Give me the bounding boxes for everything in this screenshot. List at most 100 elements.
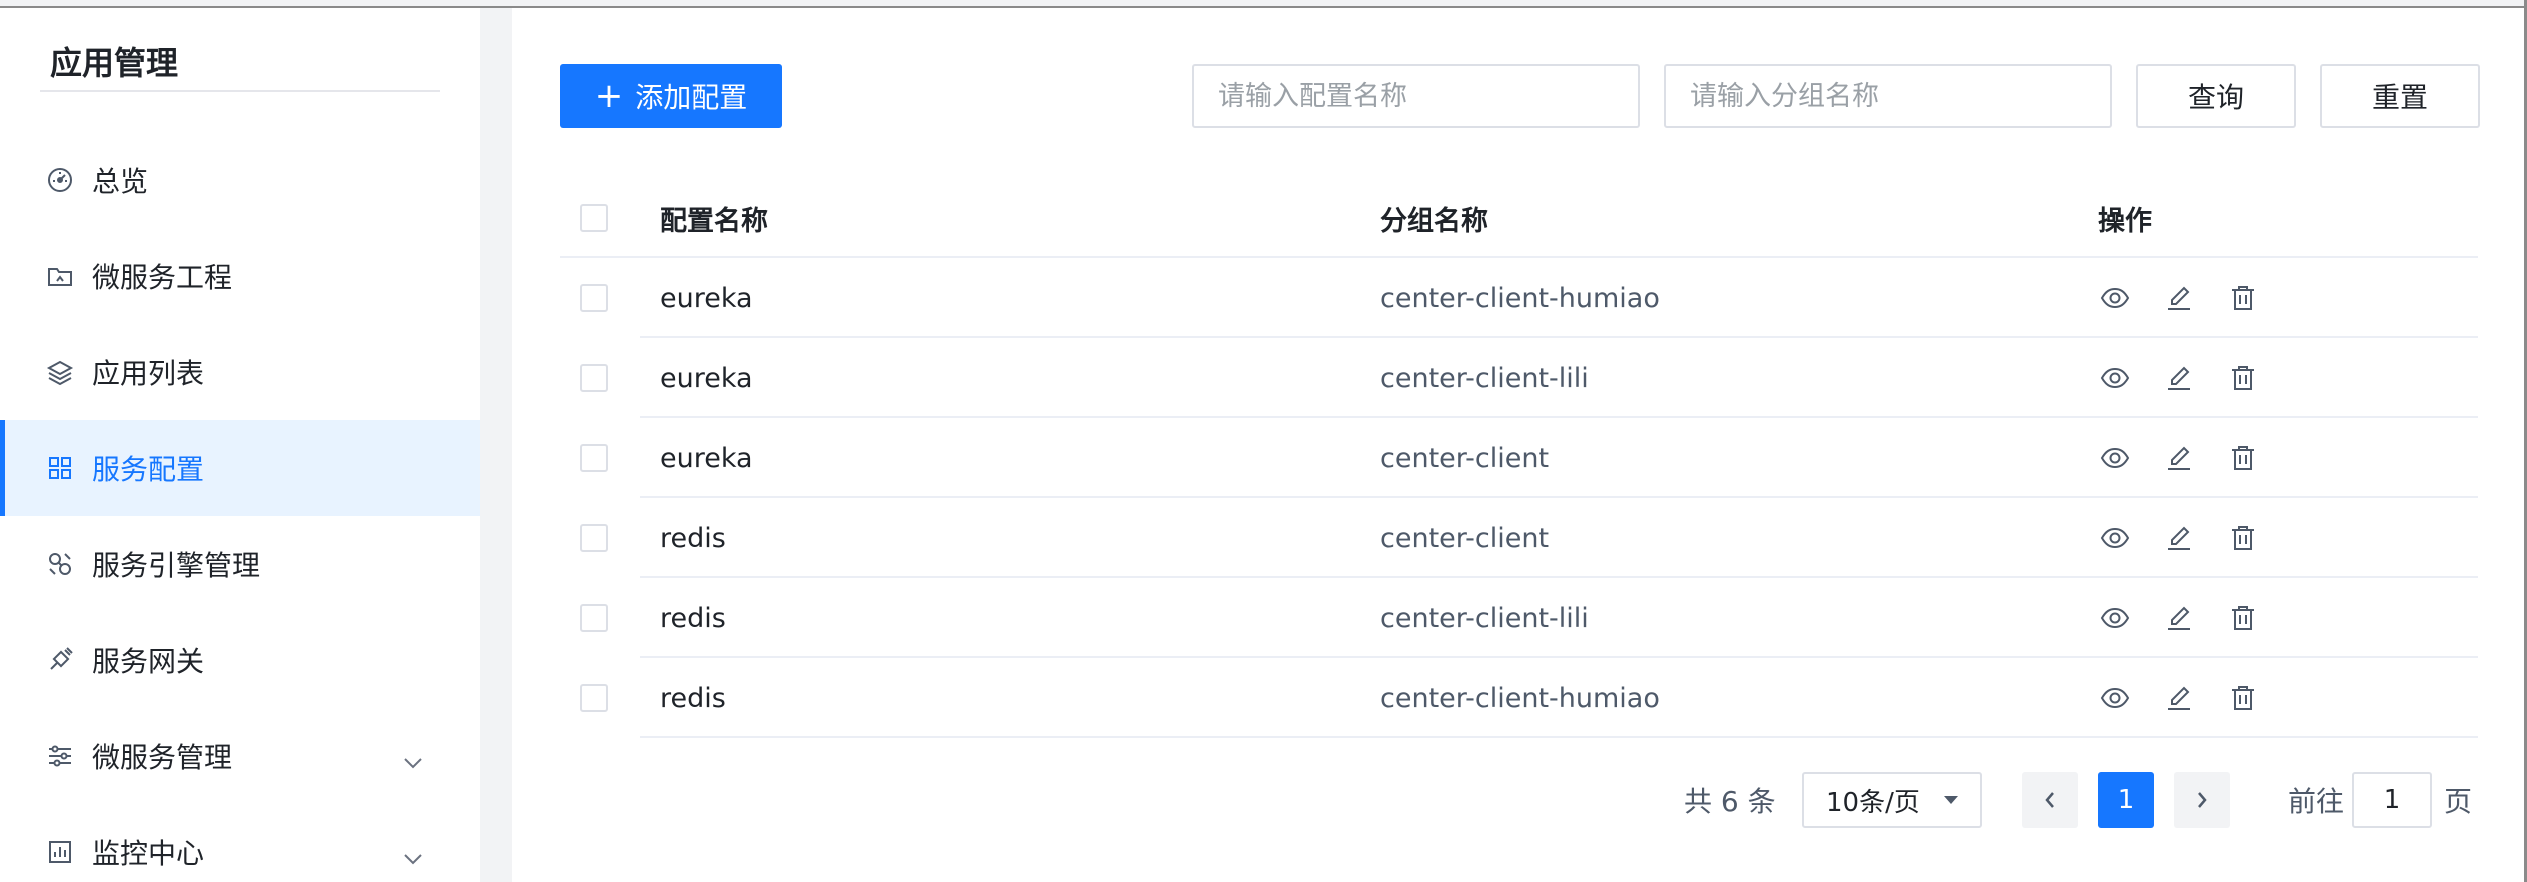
cell-actions xyxy=(2098,498,2260,578)
delete-icon[interactable] xyxy=(2226,441,2260,475)
table-row: redis center-client xyxy=(560,498,2478,578)
cell-config-name: eureka xyxy=(660,362,753,394)
plus-icon: + xyxy=(594,76,624,116)
sidebar-item-label: 微服务工程 xyxy=(92,261,233,294)
chevron-right-icon xyxy=(2198,792,2207,808)
cell-actions xyxy=(2098,658,2260,738)
delete-icon[interactable] xyxy=(2226,521,2260,555)
edit-icon[interactable] xyxy=(2162,601,2196,635)
table-row: redis center-client-humiao xyxy=(560,658,2478,738)
row-checkbox[interactable] xyxy=(580,684,608,712)
config-table: 配置名称 分组名称 操作 eureka center-client-humiao e… xyxy=(560,178,2478,738)
query-button[interactable]: 查询 xyxy=(2136,64,2296,128)
chart-icon xyxy=(44,836,76,868)
chevron-down-icon[interactable] xyxy=(402,840,424,873)
table-row: eureka center-client-humiao xyxy=(560,258,2478,338)
row-checkbox[interactable] xyxy=(580,364,608,392)
edit-icon[interactable] xyxy=(2162,281,2196,315)
edit-icon[interactable] xyxy=(2162,681,2196,715)
caret-down-icon xyxy=(1944,796,1958,804)
sidebar-item-service-engine[interactable]: 服务引擎管理 xyxy=(0,516,480,612)
cell-actions xyxy=(2098,338,2260,418)
cell-group-name: center-client-lili xyxy=(1380,362,1589,394)
delete-icon[interactable] xyxy=(2226,361,2260,395)
sidebar-gutter xyxy=(480,8,512,882)
select-all-checkbox[interactable] xyxy=(580,204,608,232)
goto-label: 前往 xyxy=(2288,785,2345,818)
cell-config-name: eureka xyxy=(660,442,753,474)
sidebar-item-monitor-center[interactable]: 监控中心 xyxy=(0,804,480,882)
engine-icon xyxy=(44,548,76,580)
layers-icon xyxy=(44,356,76,388)
pagination-total: 共 6 条 xyxy=(1684,785,1776,818)
main-content: + 添加配置 查询 重置 配置名称 分组名称 操作 eureka center-c… xyxy=(512,8,2524,882)
table-row: eureka center-client xyxy=(560,418,2478,498)
page-size-value: 10条/页 xyxy=(1826,787,1920,818)
sliders-icon xyxy=(44,740,76,772)
sidebar-item-label: 服务引擎管理 xyxy=(92,549,261,582)
group-name-input[interactable] xyxy=(1664,64,2112,128)
dashboard-icon xyxy=(44,164,76,196)
row-checkbox[interactable] xyxy=(580,284,608,312)
sidebar-title: 应用管理 xyxy=(50,44,179,82)
gateway-icon xyxy=(44,644,76,676)
sidebar-item-app-list[interactable]: 应用列表 xyxy=(0,324,480,420)
page-number-1[interactable]: 1 xyxy=(2098,772,2154,828)
window-top-edge xyxy=(0,0,2527,8)
table-row: eureka center-client-lili xyxy=(560,338,2478,418)
config-name-input[interactable] xyxy=(1192,64,1640,128)
cell-group-name: center-client-lili xyxy=(1380,602,1589,634)
view-icon[interactable] xyxy=(2098,601,2132,635)
cell-group-name: center-client-humiao xyxy=(1380,682,1660,714)
next-page-button[interactable] xyxy=(2174,772,2230,828)
prev-page-button[interactable] xyxy=(2022,772,2078,828)
sidebar-item-microservice-management[interactable]: 微服务管理 xyxy=(0,708,480,804)
row-checkbox[interactable] xyxy=(580,524,608,552)
table-header: 配置名称 分组名称 操作 xyxy=(560,178,2478,258)
reset-button[interactable]: 重置 xyxy=(2320,64,2480,128)
delete-icon[interactable] xyxy=(2226,601,2260,635)
column-header-actions: 操作 xyxy=(2098,205,2152,237)
goto-page-input[interactable] xyxy=(2352,772,2432,828)
delete-icon[interactable] xyxy=(2226,281,2260,315)
table-row: redis center-client-lili xyxy=(560,578,2478,658)
cell-group-name: center-client xyxy=(1380,442,1550,474)
row-checkbox[interactable] xyxy=(580,604,608,632)
view-icon[interactable] xyxy=(2098,521,2132,555)
add-config-button[interactable]: + 添加配置 xyxy=(560,64,782,128)
pagination: 共 6 条 10条/页 1 前往 页 xyxy=(512,770,2524,830)
cell-config-name: redis xyxy=(660,602,726,634)
sidebar-item-label: 服务网关 xyxy=(92,645,205,678)
cell-config-name: eureka xyxy=(660,282,753,314)
sidebar-item-label: 监控中心 xyxy=(92,837,205,870)
cell-actions xyxy=(2098,418,2260,498)
grid-icon xyxy=(44,452,76,484)
edit-icon[interactable] xyxy=(2162,361,2196,395)
sidebar-item-label: 服务配置 xyxy=(92,453,205,486)
sidebar-item-overview[interactable]: 总览 xyxy=(0,132,480,228)
sidebar-item-label: 应用列表 xyxy=(92,357,205,390)
delete-icon[interactable] xyxy=(2226,681,2260,715)
sidebar-item-service-config[interactable]: 服务配置 xyxy=(0,420,480,516)
sidebar-item-microservice-project[interactable]: 微服务工程 xyxy=(0,228,480,324)
cell-group-name: center-client xyxy=(1380,522,1550,554)
chevron-down-icon[interactable] xyxy=(402,744,424,777)
view-icon[interactable] xyxy=(2098,441,2132,475)
page-suffix: 页 xyxy=(2444,785,2473,818)
edit-icon[interactable] xyxy=(2162,521,2196,555)
view-icon[interactable] xyxy=(2098,681,2132,715)
sidebar-item-service-gateway[interactable]: 服务网关 xyxy=(0,612,480,708)
edit-icon[interactable] xyxy=(2162,441,2196,475)
folder-icon xyxy=(44,260,76,292)
chevron-left-icon xyxy=(2045,792,2054,808)
sidebar: 应用管理 总览 微服务工程 应用列表 服务配置 服务引擎管理 服务网关 微服务管… xyxy=(0,8,480,882)
view-icon[interactable] xyxy=(2098,281,2132,315)
column-header-config-name: 配置名称 xyxy=(660,205,768,237)
cell-group-name: center-client-humiao xyxy=(1380,282,1660,314)
view-icon[interactable] xyxy=(2098,361,2132,395)
sidebar-item-label: 微服务管理 xyxy=(92,741,233,774)
row-checkbox[interactable] xyxy=(580,444,608,472)
cell-config-name: redis xyxy=(660,682,726,714)
cell-actions xyxy=(2098,578,2260,658)
page-size-select[interactable]: 10条/页 xyxy=(1802,772,1982,828)
